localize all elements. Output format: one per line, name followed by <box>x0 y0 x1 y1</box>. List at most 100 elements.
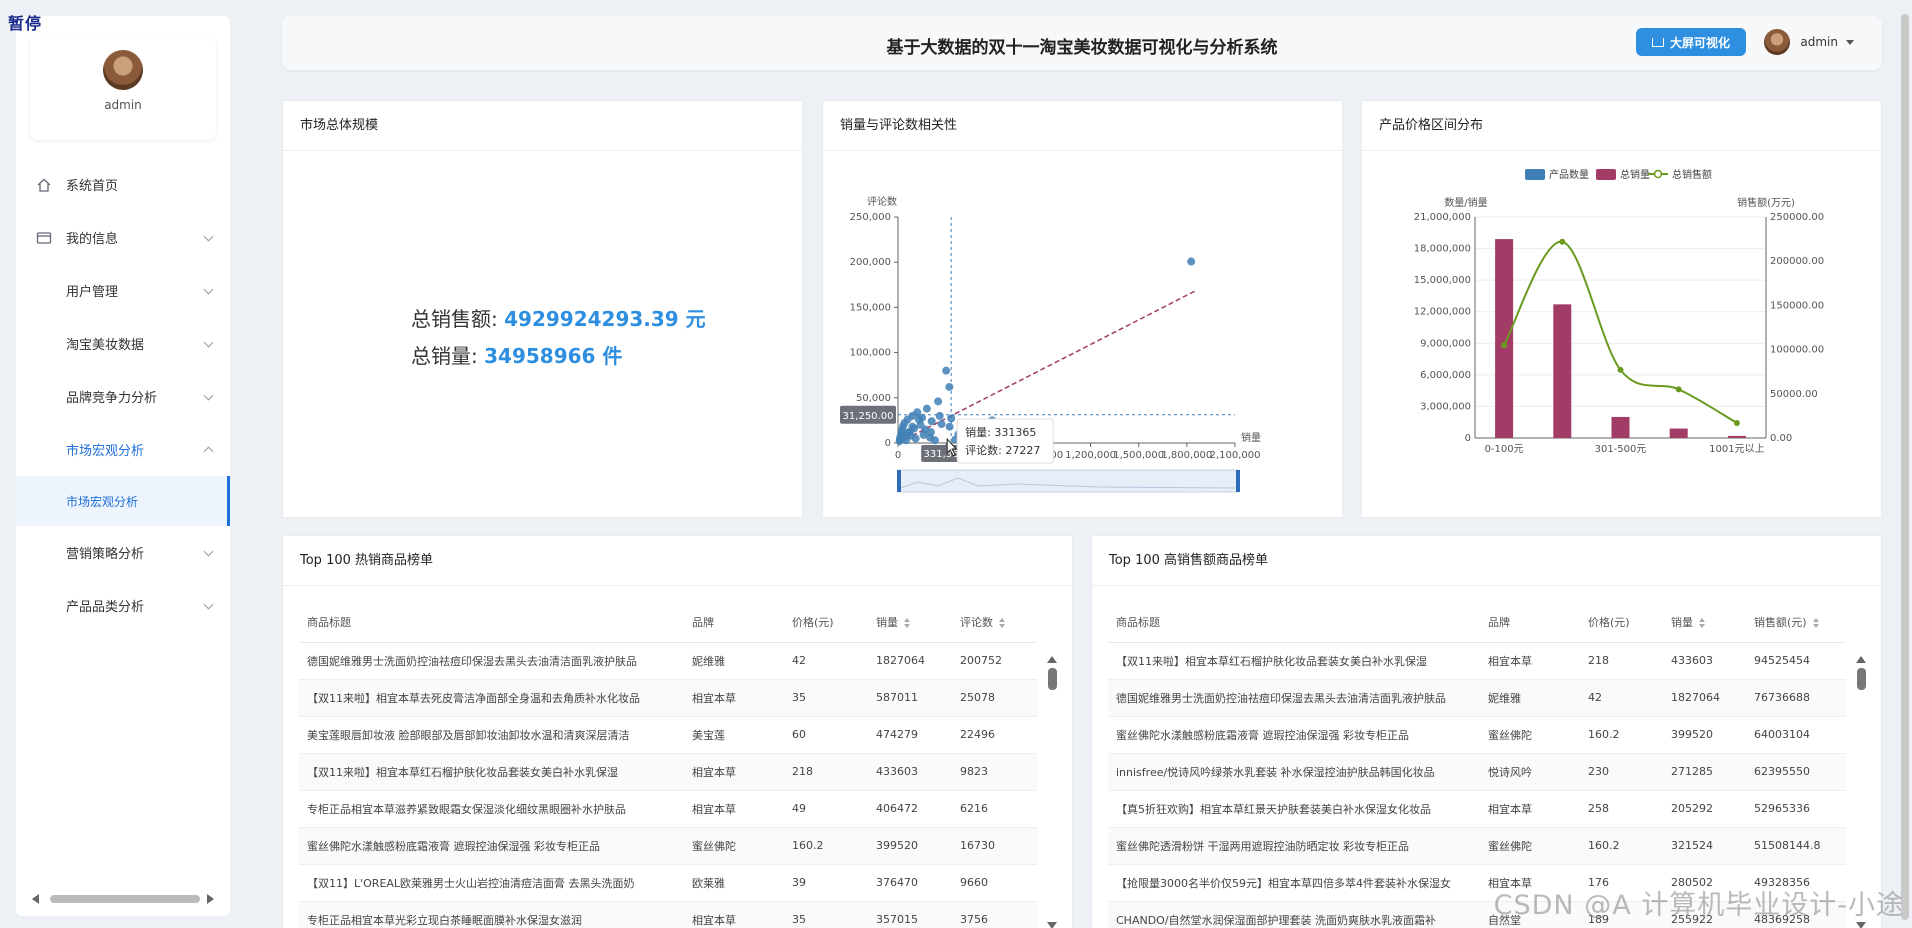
column-header-label: 商品标题 <box>307 615 351 629</box>
table-cell: 【双11来啦】相宜本草红石榴护肤化妆品套装女美白补水乳保湿 <box>1108 642 1480 680</box>
scatter-card: 销量与评论数相关性 评论数 销量 0 50,000 100,000 150,000 200,… <box>822 100 1343 518</box>
table-row[interactable]: 【真5折狂欢购】相宜本草红景天护肤套装美白补水保湿女化妆品 相宜本草 258 2052… <box>1108 790 1846 828</box>
sidebar-item-user-management[interactable]: 用户管理 <box>16 264 230 317</box>
sidebar: admin 系统首页 我的信息 用户管理 淘宝美妆数据 品牌竞争力分析 市场宏观… <box>16 16 230 916</box>
scatter-chart[interactable]: 评论数销量 0 50,000 100,000 150,000 200,000 250,000… <box>823 152 1342 518</box>
x-tick-label: 301-500元 <box>1595 444 1647 455</box>
scroll-down-icon[interactable] <box>1047 922 1057 928</box>
table-row[interactable]: 德国妮维雅男士洗面奶控油祛痘印保湿去黑头去油清洁面乳液护肤品 妮维雅 42 18270… <box>299 642 1037 680</box>
scroll-left-icon[interactable] <box>32 894 39 904</box>
table-cell: 【双11来啦】相宜本草红石榴护肤化妆品套装女美白补水乳保湿 <box>299 753 684 791</box>
table-row[interactable]: 蜜丝佛陀水漾触感粉底霜液膏 遮瑕控油保湿强 彩妆专柜正品 蜜丝佛陀 160.2 399… <box>299 827 1037 865</box>
chevron-down-icon <box>203 337 214 348</box>
scroll-up-icon[interactable] <box>1856 656 1866 663</box>
sidebar-item-label: 市场宏观分析 <box>66 444 145 459</box>
sidebar-item-marketing-strategy[interactable]: 营销策略分析 <box>16 526 230 579</box>
table-row[interactable]: 专柜正品相宜本草滋养紧致眼霜女保湿淡化细纹黑眼圈补水护肤品 相宜本草 49 40647… <box>299 790 1037 828</box>
sort-icon[interactable] <box>1699 617 1706 628</box>
column-header[interactable]: 评论数 <box>952 602 1037 643</box>
caret-down-icon <box>1846 39 1854 45</box>
table-cell: 160.2 <box>784 827 868 865</box>
sidebar-item-label: 产品品类分析 <box>66 600 145 615</box>
table-cell: 相宜本草 <box>684 901 784 928</box>
sidebar-item-my-info[interactable]: 我的信息 <box>16 211 230 264</box>
x-tick-label: 0-100元 <box>1485 444 1524 455</box>
sidebar-item-label: 我的信息 <box>66 232 119 247</box>
sort-icon[interactable] <box>999 617 1006 628</box>
table-row[interactable]: innisfree/悦诗风吟绿茶水乳套装 补水保湿控油护肤品韩国化妆品 悦诗风吟 2… <box>1108 753 1846 791</box>
data-point <box>921 425 930 434</box>
sidebar-item-home[interactable]: 系统首页 <box>16 158 230 211</box>
data-point <box>942 366 951 375</box>
table-row[interactable]: 美宝莲眼唇卸妆液 脸部眼部及唇部卸妆油卸妆水温和清爽深层清洁 美宝莲 60 47427… <box>299 716 1037 754</box>
x-tick-label: 2,100,000 <box>1210 450 1261 461</box>
price-distribution-chart[interactable]: 产品数量 总销量 总销售额数量/销量 销售额(万元) 0 3,000,000 6,000,0… <box>1362 152 1881 518</box>
y-tick-label: 150,000 <box>850 302 891 313</box>
scrollbar-thumb[interactable] <box>1047 668 1057 690</box>
scrollbar-thumb[interactable] <box>1856 668 1866 690</box>
data-point <box>937 420 946 429</box>
table-cell: 专柜正品相宜本草滋养紧致眼霜女保湿淡化细纹黑眼圈补水护肤品 <box>299 790 684 828</box>
sort-icon[interactable] <box>904 617 911 628</box>
table-cell: 蜜丝佛陀透滑粉饼 干湿两用遮瑕控油防晒定妆 彩妆专柜正品 <box>1108 827 1480 865</box>
bar-total-sales <box>1727 435 1746 438</box>
sidebar-item-brand-analysis[interactable]: 品牌竞争力分析 <box>16 370 230 423</box>
page-vertical-scrollbar[interactable] <box>1900 14 1910 928</box>
table-row[interactable]: 蜜丝佛陀透滑粉饼 干湿两用遮瑕控油防晒定妆 彩妆专柜正品 蜜丝佛陀 160.2 321… <box>1108 827 1846 865</box>
column-header[interactable]: 销量 <box>1663 602 1746 643</box>
user-dropdown[interactable]: admin <box>1764 29 1854 55</box>
table-vertical-scrollbar[interactable] <box>1046 656 1058 928</box>
table-row[interactable]: 专柜正品相宜本草光彩立现白茶睡眠面膜补水保湿女滋润 相宜本草 35 357015 375… <box>299 901 1037 928</box>
column-header-label: 品牌 <box>1488 615 1510 629</box>
avatar[interactable] <box>103 50 143 90</box>
table-cell: 妮维雅 <box>684 642 784 680</box>
table-cell: 62395550 <box>1746 753 1846 791</box>
cart-icon <box>1651 37 1664 47</box>
table-cell: CHANDO/自然堂水润保湿面部护理套装 洗面奶爽肤水乳液面霜补 <box>1108 901 1480 928</box>
table-row[interactable]: 德国妮维雅男士洗面奶控油祛痘印保湿去黑头去油清洁面乳液护肤品 妮维雅 42 18270… <box>1108 679 1846 717</box>
revenue-point <box>1559 238 1566 245</box>
table-row[interactable]: 【双11来啦】相宜本草红石榴护肤化妆品套装女美白补水乳保湿 相宜本草 218 4336… <box>1108 642 1846 680</box>
table-row[interactable]: 【双11来啦】相宜本草去死皮膏洁净面部全身温和去角质补水化妆品 相宜本草 35 587… <box>299 679 1037 717</box>
column-header[interactable]: 销量 <box>868 602 952 643</box>
scroll-down-icon[interactable] <box>1856 922 1866 928</box>
table-cell: 相宜本草 <box>1480 642 1580 680</box>
sort-icon[interactable] <box>1812 617 1820 628</box>
scroll-right-icon[interactable] <box>207 894 214 904</box>
table-cell: 蜜丝佛陀 <box>1480 716 1580 754</box>
data-zoom-handle-right <box>1236 470 1240 492</box>
legend-marker <box>1653 169 1663 179</box>
scrollbar-thumb[interactable] <box>50 895 200 903</box>
data-point <box>945 382 954 391</box>
column-header: 价格(元) <box>1580 602 1663 643</box>
chevron-down-icon <box>203 231 214 242</box>
bar-total-sales <box>1495 239 1514 438</box>
column-header[interactable]: 销售额(元) <box>1746 602 1846 643</box>
bigscreen-label: 大屏可视化 <box>1669 35 1730 50</box>
x-tick-label: 1001元以上 <box>1709 443 1764 455</box>
revenue-products-table: 商品标题 品牌 价格(元) 销量 销售额(元) 【双11来啦】相宜本草红石榴护肤化妆品套… <box>1108 602 1846 928</box>
y-tick-label: 50,000 <box>856 393 891 404</box>
bigscreen-button[interactable]: 大屏可视化 <box>1636 28 1746 56</box>
profile-card: admin <box>30 36 216 140</box>
tooltip-sales: 销量: 331365 <box>965 425 1036 439</box>
table-cell: 35 <box>784 901 868 928</box>
column-header-label: 销售额(元) <box>1754 615 1807 629</box>
sidebar-item-taobao-data[interactable]: 淘宝美妆数据 <box>16 317 230 370</box>
sidebar-horizontal-scrollbar[interactable] <box>32 890 214 904</box>
data-zoom-handle-left <box>897 470 901 492</box>
sidebar-subitem-market-macro[interactable]: 市场宏观分析 <box>16 476 230 526</box>
table-row[interactable]: 【双11来啦】相宜本草红石榴护肤化妆品套装女美白补水乳保湿 相宜本草 218 4336… <box>299 753 1037 791</box>
x-tick-label: 1,200,000 <box>1065 450 1116 461</box>
sidebar-item-category-analysis[interactable]: 产品品类分析 <box>16 579 230 632</box>
table-cell: 35 <box>784 679 868 717</box>
table-row[interactable]: 【双11】L'OREAL欧莱雅男士火山岩控油清痘洁面膏 去黑头洗面奶 欧莱雅 39 3… <box>299 864 1037 902</box>
home-icon <box>36 177 52 193</box>
chevron-down-icon <box>203 390 214 401</box>
table-cell: 94525454 <box>1746 642 1846 680</box>
scrollbar-thumb[interactable] <box>1901 14 1909 920</box>
table-cell: 妮维雅 <box>1480 679 1580 717</box>
sidebar-item-market-macro[interactable]: 市场宏观分析 <box>16 423 230 476</box>
table-row[interactable]: 蜜丝佛陀水漾触感粉底霜液膏 遮瑕控油保湿强 彩妆专柜正品 蜜丝佛陀 160.2 399… <box>1108 716 1846 754</box>
scroll-up-icon[interactable] <box>1047 656 1057 663</box>
